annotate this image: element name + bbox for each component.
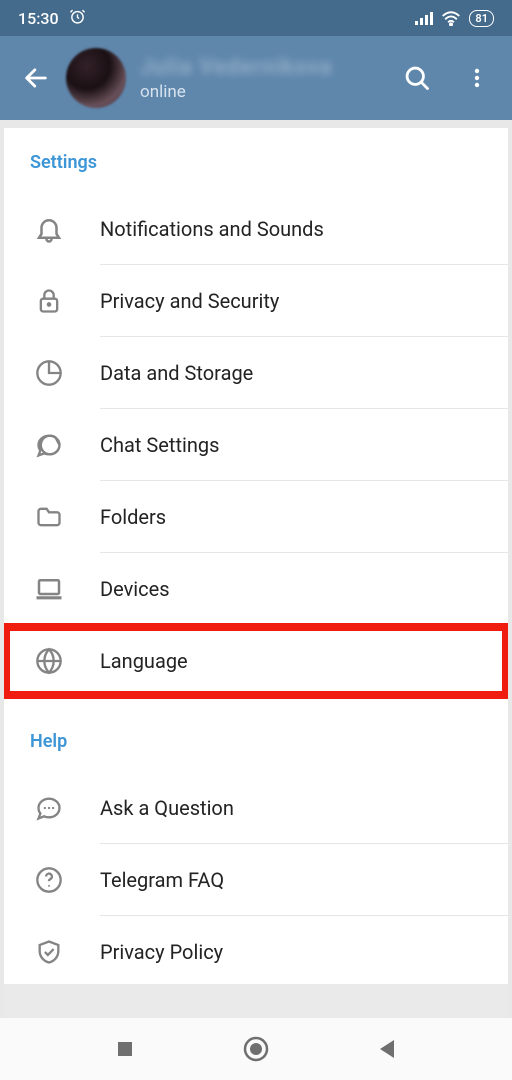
settings-item-language[interactable]: Language (4, 625, 508, 697)
more-button[interactable] (456, 57, 498, 99)
help-item-privacy-policy[interactable]: Privacy Policy (4, 916, 508, 984)
lock-icon (30, 282, 68, 320)
profile-name: Julia Vedernikova (140, 55, 333, 80)
profile-status: online (140, 82, 333, 102)
shield-check-icon (30, 933, 68, 971)
chat-dots-icon (30, 789, 68, 827)
settings-item-folders[interactable]: Folders (4, 481, 508, 553)
signal-icon (415, 11, 433, 25)
settings-item-chat[interactable]: Chat Settings (4, 409, 508, 481)
question-icon (30, 861, 68, 899)
list-label: Telegram FAQ (100, 844, 508, 916)
search-button[interactable] (396, 57, 438, 99)
help-item-faq[interactable]: Telegram FAQ (4, 844, 508, 916)
list-label: Privacy Policy (100, 916, 508, 984)
list-label: Notifications and Sounds (100, 193, 508, 265)
alarm-icon (69, 8, 86, 29)
list-label: Chat Settings (100, 409, 508, 481)
laptop-icon (30, 570, 68, 608)
status-time: 15:30 (18, 9, 59, 28)
folder-icon (30, 498, 68, 536)
wifi-icon (441, 11, 461, 26)
list-label: Language (100, 625, 508, 697)
section-title-help: Help (4, 697, 508, 772)
nav-recent-button[interactable] (108, 1032, 142, 1066)
settings-item-devices[interactable]: Devices (4, 553, 508, 625)
nav-back-button[interactable] (370, 1032, 404, 1066)
list-label: Devices (100, 553, 508, 625)
list-label: Data and Storage (100, 337, 508, 409)
status-bar: 15:30 81 (0, 0, 512, 36)
app-header: Julia Vedernikova online (0, 36, 512, 120)
section-title-settings: Settings (4, 128, 508, 193)
avatar[interactable] (66, 48, 126, 108)
battery-icon: 81 (469, 10, 494, 27)
system-nav-bar (0, 1018, 512, 1080)
footer-gap (4, 984, 508, 1018)
list-label: Ask a Question (100, 772, 508, 844)
globe-icon (30, 642, 68, 680)
nav-home-button[interactable] (239, 1032, 273, 1066)
settings-item-data[interactable]: Data and Storage (4, 337, 508, 409)
back-button[interactable] (14, 56, 58, 100)
settings-item-privacy[interactable]: Privacy and Security (4, 265, 508, 337)
list-label: Privacy and Security (100, 265, 508, 337)
content: Settings Notifications and Sounds Privac… (4, 128, 508, 984)
pie-chart-icon (30, 354, 68, 392)
bell-icon (30, 210, 68, 248)
help-item-ask[interactable]: Ask a Question (4, 772, 508, 844)
chat-icon (30, 426, 68, 464)
settings-item-notifications[interactable]: Notifications and Sounds (4, 193, 508, 265)
list-label: Folders (100, 481, 508, 553)
